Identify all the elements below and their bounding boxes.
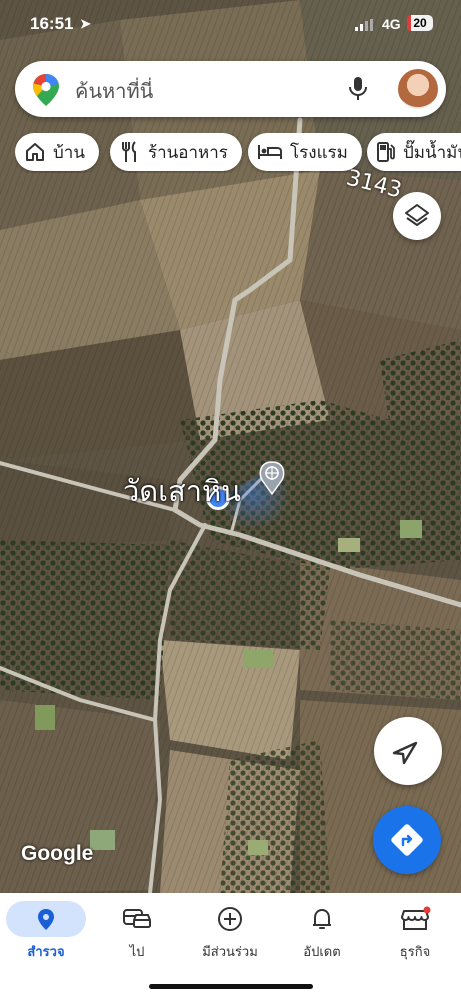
commute-icon — [123, 909, 151, 928]
chip-label: บ้าน — [53, 142, 85, 163]
nav-label: ธุรกิจ — [399, 945, 431, 960]
home-indicator — [149, 984, 313, 989]
restaurant-icon — [122, 141, 136, 162]
hotel-icon — [258, 145, 282, 159]
nav-explore[interactable]: สำรวจ — [6, 898, 86, 960]
google-attribution: Google — [21, 842, 94, 865]
google-maps-logo-icon — [33, 74, 59, 106]
directions-icon — [391, 824, 423, 856]
battery-level: 20 — [413, 16, 427, 30]
contribute-icon — [218, 907, 242, 931]
explore-pin-icon — [38, 909, 54, 930]
home-icon — [26, 143, 44, 161]
chip-label: ปั๊มน้ำมัน — [403, 142, 461, 163]
chip-restaurants[interactable]: ร้านอาหาร — [110, 133, 242, 171]
my-location-button[interactable] — [374, 717, 442, 785]
place-label-temple[interactable]: วัดเสาหิน — [123, 468, 241, 514]
nav-updates[interactable]: อัปเดต — [282, 898, 362, 960]
search-input[interactable]: ค้นหาที่นี่ — [75, 75, 153, 107]
nav-label: ไป — [129, 945, 145, 960]
nav-label: อัปเดต — [303, 945, 341, 960]
nav-business[interactable]: ธุรกิจ — [375, 898, 455, 960]
chip-home[interactable]: บ้าน — [15, 133, 99, 171]
navigation-arrow-icon — [392, 741, 418, 765]
chip-gas-stations[interactable]: ปั๊มน้ำมัน — [367, 133, 461, 171]
search-bar[interactable]: ค้นหาที่นี่ — [15, 61, 446, 117]
nav-label: มีส่วนร่วม — [202, 945, 258, 960]
nav-go[interactable]: ไป — [97, 898, 177, 960]
gas-station-icon — [377, 142, 395, 162]
chip-label: โรงแรม — [290, 142, 348, 163]
layers-icon — [405, 204, 429, 226]
account-avatar[interactable] — [398, 69, 438, 109]
chip-label: ร้านอาหาร — [148, 142, 228, 163]
battery-indicator: 20 — [407, 15, 433, 31]
category-chips: บ้าน ร้านอาหาร โรงแรม ปั๊มน้ำมัน — [15, 133, 461, 173]
chip-hotels[interactable]: โรงแรม — [248, 133, 362, 171]
microphone-icon[interactable] — [348, 76, 368, 102]
network-type: 4G — [382, 16, 401, 32]
status-bar: 16:51 ➤ 4G 20 — [0, 0, 461, 48]
directions-button[interactable] — [373, 806, 441, 874]
status-time: 16:51 — [30, 14, 74, 33]
signal-bars-icon — [355, 19, 373, 31]
updates-bell-icon — [313, 909, 331, 929]
business-store-icon — [401, 906, 431, 930]
nav-contribute[interactable]: มีส่วนร่วม — [190, 898, 270, 960]
layers-button[interactable] — [393, 192, 441, 240]
nav-label: สำรวจ — [27, 945, 65, 960]
location-arrow-icon: ➤ — [80, 16, 91, 31]
